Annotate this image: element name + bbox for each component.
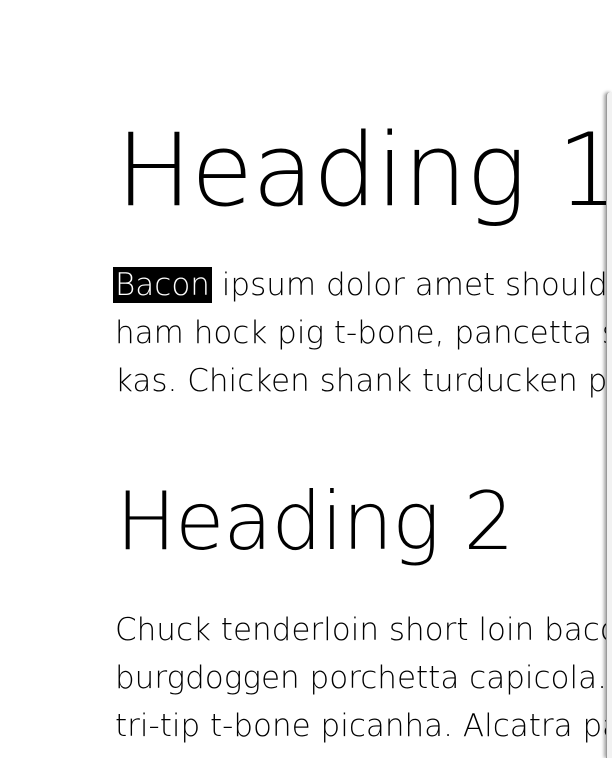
- paragraph-1-line-2: ham hock pig t-bone, pancetta spar: [115, 315, 612, 351]
- side-panel-edge[interactable]: [606, 92, 612, 758]
- paragraph-1-line-1: Bacon ipsum dolor amet shoulder b: [113, 261, 612, 309]
- document-viewport: Heading 1 Bacon ipsum dolor amet shoulde…: [0, 0, 612, 758]
- paragraph-2[interactable]: Chuck tenderloin short loin bacon, burgd…: [115, 606, 612, 750]
- heading-1: Heading 1: [116, 111, 612, 229]
- document-page: Heading 1 Bacon ipsum dolor amet shoulde…: [0, 0, 612, 758]
- paragraph-1[interactable]: Bacon ipsum dolor amet shoulder b ham ho…: [113, 261, 612, 405]
- paragraph-2-line-1: Chuck tenderloin short loin bacon,: [115, 612, 612, 648]
- paragraph-2-line-3: tri-tip t-bone picanha. Alcatra panc: [115, 708, 612, 744]
- selected-text[interactable]: Bacon: [113, 267, 212, 303]
- paragraph-1-line-1-text: ipsum dolor amet shoulder b: [221, 267, 612, 303]
- paragraph-2-line-2: burgdoggen porchetta capicola. To: [115, 660, 612, 696]
- paragraph-1-line-3: kas. Chicken shank turducken pork: [115, 363, 612, 399]
- heading-2: Heading 2: [116, 475, 514, 568]
